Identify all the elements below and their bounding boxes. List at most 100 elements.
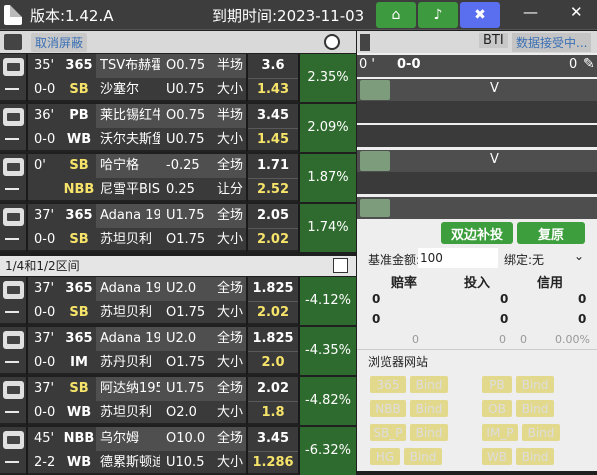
bind-button[interactable]: Bind: [516, 400, 554, 417]
browser-sites-label: 浏览器网站: [368, 355, 429, 369]
side-a-bar[interactable]: [360, 80, 390, 100]
filter-icon[interactable]: [360, 34, 370, 51]
site-button-ob[interactable]: OB: [482, 400, 512, 417]
refresh-icon[interactable]: [324, 34, 340, 50]
remove-dash-icon[interactable]: [5, 411, 19, 413]
minimize-button[interactable]: —: [523, 3, 538, 21]
side-b-bar[interactable]: [360, 151, 390, 171]
line-b: O1.75: [166, 305, 206, 320]
match-row[interactable]: 37' 0-0 365 SB Adana 19 苏坦贝利 U1.75 O1.75 全场 大小 2.0…: [0, 204, 356, 252]
site-button-hg[interactable]: HG: [370, 448, 400, 465]
bind-select[interactable]: 无: [532, 251, 544, 268]
line-b: O1.75: [166, 232, 206, 247]
bind-label: 绑定:: [504, 253, 533, 267]
odds-b: 2.02: [256, 232, 290, 247]
odds-a: 1.71: [256, 158, 290, 173]
bookmaker-a: SB: [69, 381, 89, 396]
remove-dash-icon[interactable]: [5, 188, 19, 190]
bind-button[interactable]: Bind: [410, 376, 448, 393]
both-sides-bet-button[interactable]: 双边补投: [441, 222, 513, 244]
period-type: 全场: [216, 158, 243, 173]
remove-dash-icon[interactable]: [5, 461, 19, 463]
robot-icon[interactable]: [3, 431, 24, 449]
site-button-sb_p[interactable]: SB_P: [370, 424, 406, 441]
chevron-down-icon[interactable]: ⌄: [574, 249, 584, 263]
robot-icon[interactable]: [3, 58, 24, 76]
collapse-icon[interactable]: [333, 258, 348, 273]
stake-value[interactable]: 0: [500, 292, 508, 306]
remove-dash-icon[interactable]: [5, 88, 19, 90]
bind-button[interactable]: Bind: [404, 448, 442, 465]
profit-percent: -4.35%: [300, 327, 356, 375]
bti-button[interactable]: BTI: [479, 33, 508, 48]
profit-percent: 1.87%: [300, 154, 356, 202]
side-b-label: V: [490, 152, 499, 167]
match-row[interactable]: 37' 0-0 SB WB 阿达纳195 苏坦贝利 U1.75 O2.0 全场 大小 2.02 1.8…: [0, 377, 356, 425]
robot-icon[interactable]: [3, 381, 24, 399]
match-row[interactable]: 35' 0-0 365 SB TSV布赫霍 沙塞尔 O0.75 U0.75 半场 大小 3.6 1.4…: [0, 54, 356, 102]
row-separator: [26, 104, 28, 152]
site-button-pb[interactable]: PB: [482, 376, 512, 393]
odds-a: 3.45: [256, 108, 290, 123]
edit-pencil-icon[interactable]: ✎: [583, 56, 595, 72]
site-button-nbb[interactable]: NBB: [370, 400, 406, 417]
receiving-status: 数据接受中...: [512, 33, 592, 52]
col-credit-header: 信用: [537, 276, 564, 291]
bind-button[interactable]: Bind: [410, 400, 448, 417]
match-row[interactable]: 36' 0-0 PB WB 莱比锡红牛 沃尔夫斯堡 O0.75 U0.75 半场 大小 3.45 1.…: [0, 104, 356, 152]
site-button-im_p[interactable]: IM_P: [482, 424, 518, 441]
side-a-sub: [357, 101, 597, 123]
match-row[interactable]: 0' SB NBB 哈宁格 尼雪平BIS -0.25 0.25 全场 让分 1.71 2.52 1.8…: [0, 154, 356, 202]
remove-dash-icon[interactable]: [5, 138, 19, 140]
robot-icon[interactable]: [3, 158, 24, 176]
robot-icon[interactable]: [3, 281, 24, 299]
panel-status-dot: 0: [569, 57, 578, 72]
period-type: 全场: [216, 431, 243, 446]
robot-icon[interactable]: [3, 208, 24, 226]
credit-value[interactable]: 0: [578, 292, 586, 306]
bookmaker-b: NBB: [63, 182, 95, 197]
credit-value[interactable]: 0: [578, 312, 586, 326]
match-row[interactable]: 37' 0-0 365 IM Adana 19 苏丹贝利 U2.0 O1.75 全场 大小 1.82…: [0, 327, 356, 375]
bind-button[interactable]: Bind: [516, 448, 554, 465]
match-time: 36': [34, 108, 55, 123]
bind-button[interactable]: Bind: [410, 424, 448, 441]
robot-icon[interactable]: [4, 34, 22, 50]
robot-icon[interactable]: [3, 331, 24, 349]
match-time: 37': [34, 331, 55, 346]
panel-time: 0 ': [359, 57, 375, 72]
profit-percent: -4.82%: [300, 377, 356, 425]
remove-dash-icon[interactable]: [5, 311, 19, 313]
period-type: 半场: [216, 108, 243, 123]
robot-icon[interactable]: [3, 108, 24, 126]
bind-button[interactable]: Bind: [516, 376, 554, 393]
team-home: 阿达纳195: [100, 381, 160, 396]
home-button[interactable]: ⌂: [376, 2, 416, 28]
base-amount-input[interactable]: 100: [418, 248, 498, 268]
site-button-365[interactable]: 365: [370, 376, 406, 393]
row-separator: [26, 327, 28, 375]
odds-value[interactable]: 0: [372, 292, 380, 306]
music-button[interactable]: ♪: [418, 2, 458, 28]
tools-button[interactable]: ✖: [460, 2, 500, 28]
team-away: 苏坦贝利: [100, 305, 153, 320]
odds-a: 2.05: [256, 208, 290, 223]
cancel-block-button[interactable]: 取消屏蔽: [31, 33, 88, 52]
remove-dash-icon[interactable]: [5, 361, 19, 363]
stake-value[interactable]: 0: [500, 312, 508, 326]
close-button[interactable]: ✕: [570, 3, 583, 21]
match-row[interactable]: 45' 2-2 NBB WB 乌尔姆 德累斯顿迪 O10.0 U10.5 全场 大小 3.45 1.2…: [0, 427, 356, 475]
match-row[interactable]: 37' 0-0 365 SB Adana 19 苏坦贝利 U2.0 O1.75 全场 大小 1.82…: [0, 277, 356, 325]
market-type: 让分: [216, 182, 243, 197]
side-b-bottom-bar[interactable]: [360, 199, 390, 217]
restore-button[interactable]: 复原: [517, 222, 585, 244]
odds-a: 2.02: [256, 381, 290, 396]
team-away: 沙塞尔: [100, 82, 140, 97]
remove-dash-icon[interactable]: [5, 238, 19, 240]
bookmaker-a: 365: [65, 208, 93, 223]
percent-total: 0.00%: [555, 333, 590, 346]
bind-button[interactable]: Bind: [522, 424, 560, 441]
odds-value[interactable]: 0: [372, 312, 380, 326]
line-b: O2.0: [166, 405, 197, 420]
site-button-wb[interactable]: WB: [482, 448, 512, 465]
